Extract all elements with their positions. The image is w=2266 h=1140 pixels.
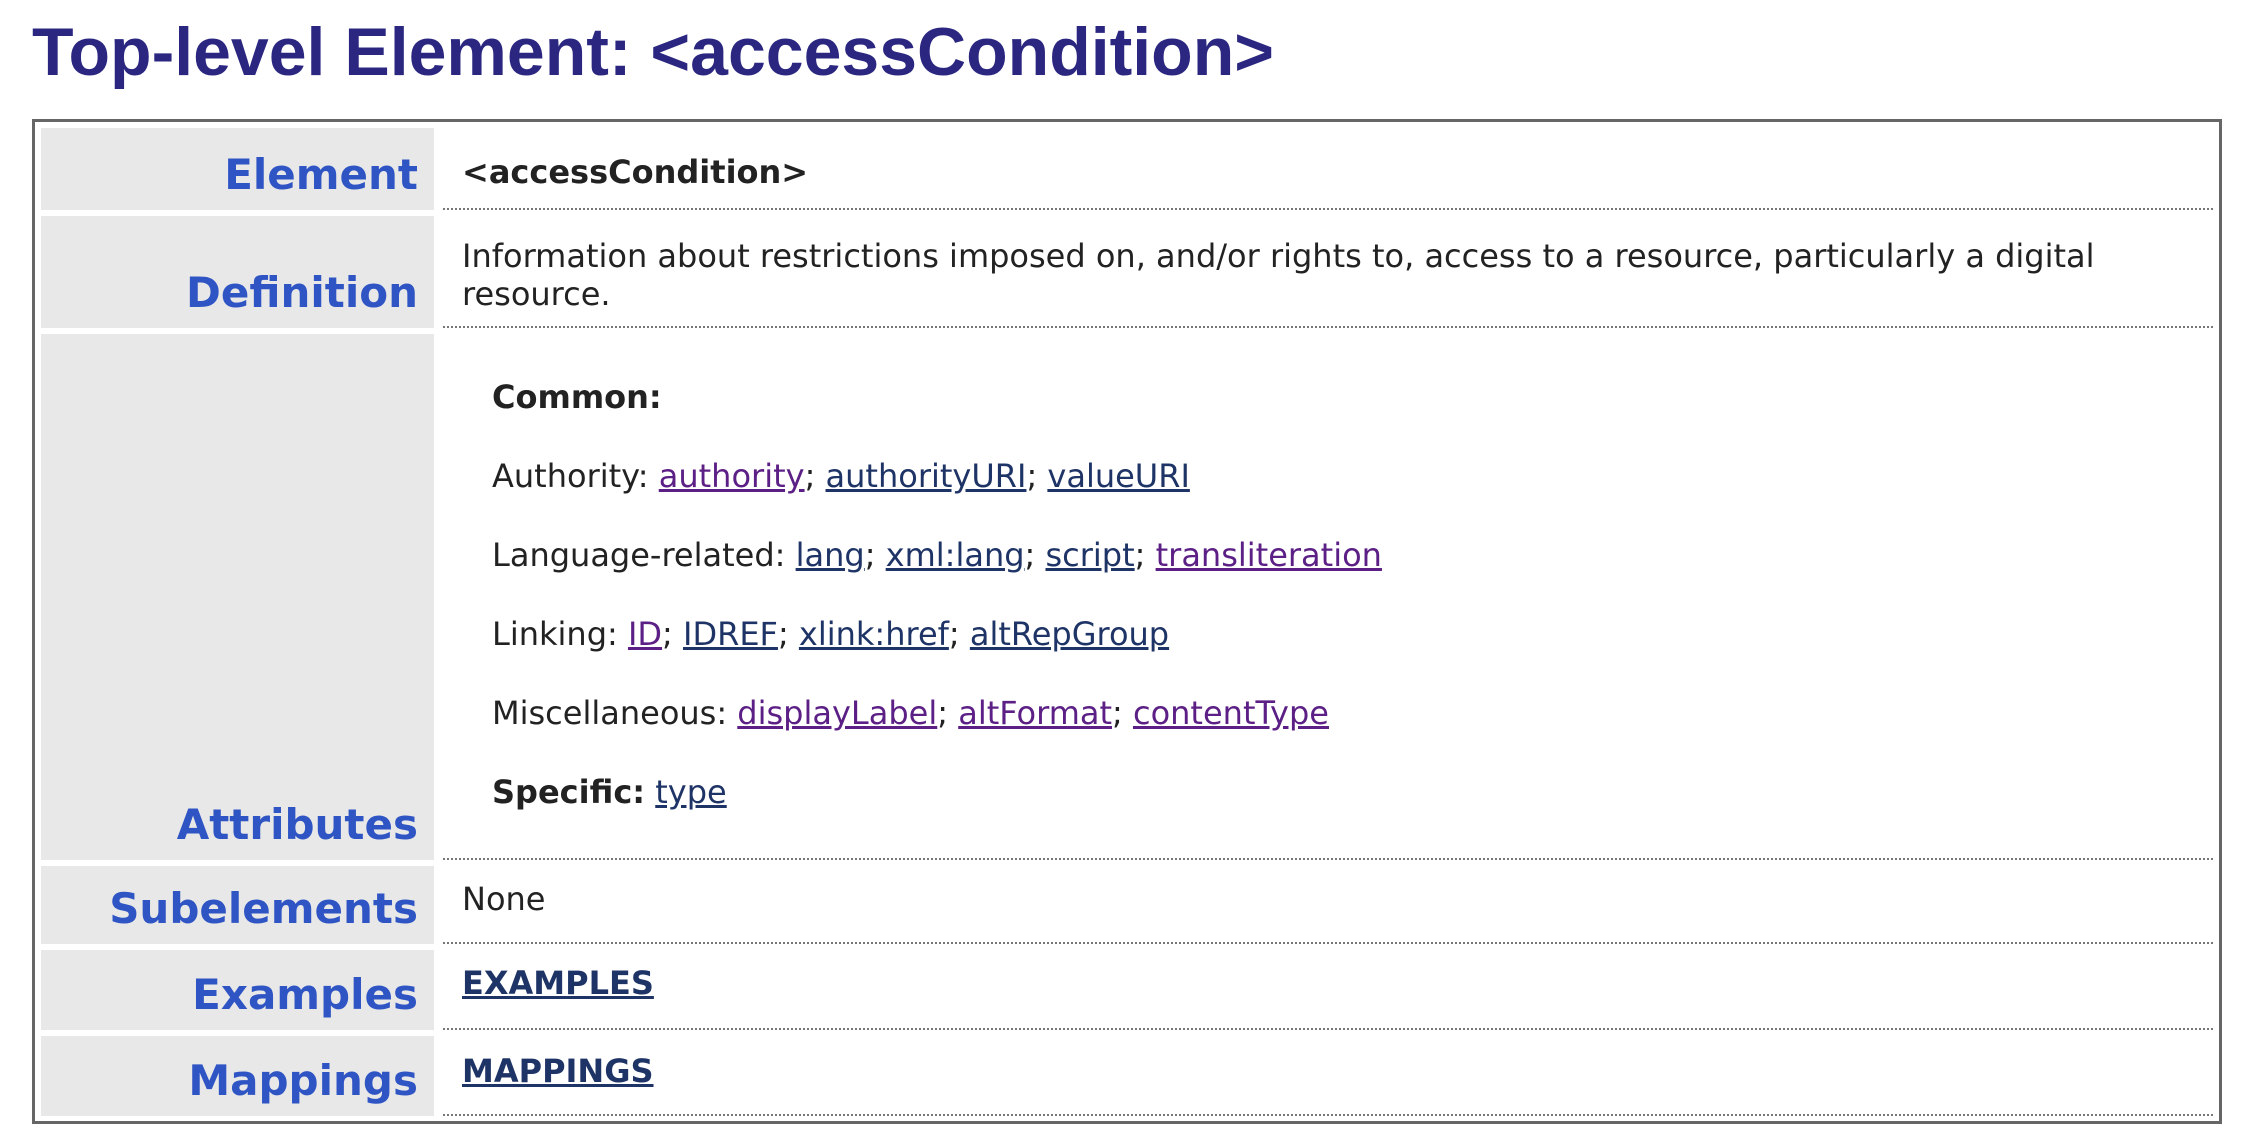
examples-label: Examples xyxy=(192,970,418,1019)
element-label-cell: Element xyxy=(41,128,434,210)
element-value: <accessCondition> xyxy=(462,153,809,191)
link-type[interactable]: type xyxy=(655,773,726,811)
separator: ; xyxy=(948,615,970,653)
link-contentType[interactable]: contentType xyxy=(1133,694,1329,732)
language-attributes: Language-related: lang; xml:lang; script… xyxy=(492,536,1382,574)
examples-value-cell: EXAMPLES xyxy=(443,950,2213,1030)
link-script[interactable]: script xyxy=(1045,536,1134,574)
separator: ; xyxy=(937,694,959,732)
definition-line-2: resource. xyxy=(462,275,611,313)
element-label: Element xyxy=(224,150,418,199)
subelements-row: Subelements None xyxy=(41,866,2213,944)
mappings-row: Mappings MAPPINGS xyxy=(41,1036,2213,1116)
attributes-value-cell: Common: Authority: authority; authorityU… xyxy=(443,334,2213,860)
linking-attributes: Linking: ID; IDREF; xlink:href; altRepGr… xyxy=(492,615,1169,653)
examples-label-cell: Examples xyxy=(41,950,434,1030)
attributes-label: Attributes xyxy=(176,800,418,849)
common-heading: Common: xyxy=(492,378,662,416)
link-valueURI[interactable]: valueURI xyxy=(1047,457,1190,495)
misc-prefix: Miscellaneous: xyxy=(492,694,738,732)
linking-prefix: Linking: xyxy=(492,615,628,653)
specific-heading: Specific: xyxy=(492,773,646,811)
separator: ; xyxy=(804,457,826,495)
page-title: Top-level Element: <accessCondition> xyxy=(32,14,1274,90)
link-authorityURI[interactable]: authorityURI xyxy=(826,457,1027,495)
link-authority[interactable]: authority xyxy=(659,457,805,495)
link-ID[interactable]: ID xyxy=(628,615,662,653)
definition-value-cell: Information about restrictions imposed o… xyxy=(443,216,2213,328)
link-altRepGroup[interactable]: altRepGroup xyxy=(970,615,1169,653)
link-altFormat[interactable]: altFormat xyxy=(958,694,1112,732)
subelements-value-cell: None xyxy=(443,866,2213,944)
separator: ; xyxy=(1024,536,1046,574)
link-displayLabel[interactable]: displayLabel xyxy=(737,694,937,732)
language-prefix: Language-related: xyxy=(492,536,796,574)
authority-prefix: Authority: xyxy=(492,457,659,495)
definition-label: Definition xyxy=(185,268,418,317)
attributes-row: Attributes Common: Authority: authority;… xyxy=(41,334,2213,860)
definition-label-cell: Definition xyxy=(41,216,434,328)
separator: ; xyxy=(777,615,799,653)
element-row: Element <accessCondition> xyxy=(41,128,2213,210)
examples-row: Examples EXAMPLES xyxy=(41,950,2213,1030)
mappings-value-cell: MAPPINGS xyxy=(443,1036,2213,1116)
attributes-label-cell: Attributes xyxy=(41,334,434,860)
separator: ; xyxy=(1134,536,1156,574)
element-info-table: Element <accessCondition> Definition Inf… xyxy=(32,119,2222,1124)
separator: ; xyxy=(1112,694,1133,732)
misc-attributes: Miscellaneous: displayLabel; altFormat; … xyxy=(492,694,1329,732)
subelements-label-cell: Subelements xyxy=(41,866,434,944)
mappings-link[interactable]: MAPPINGS xyxy=(462,1052,654,1090)
separator: ; xyxy=(864,536,886,574)
link-xml-lang[interactable]: xml:lang xyxy=(886,536,1025,574)
definition-row: Definition Information about restriction… xyxy=(41,216,2213,328)
element-value-cell: <accessCondition> xyxy=(443,128,2213,210)
separator: ; xyxy=(1026,457,1048,495)
mappings-link-wrap: MAPPINGS xyxy=(462,1052,2173,1090)
subelements-label: Subelements xyxy=(109,884,418,933)
subelements-value: None xyxy=(462,880,546,918)
link-lang[interactable]: lang xyxy=(796,536,865,574)
mappings-label-cell: Mappings xyxy=(41,1036,434,1116)
examples-link[interactable]: EXAMPLES xyxy=(462,964,654,1002)
authority-attributes: Authority: authority; authorityURI; valu… xyxy=(492,457,1190,495)
specific-attributes: Specific: type xyxy=(492,773,727,811)
link-xlink-href[interactable]: xlink:href xyxy=(799,615,949,653)
examples-link-wrap: EXAMPLES xyxy=(462,964,2173,1002)
link-IDREF[interactable]: IDREF xyxy=(683,615,778,653)
definition-line-1: Information about restrictions imposed o… xyxy=(462,237,2095,275)
link-transliteration[interactable]: transliteration xyxy=(1156,536,1382,574)
mappings-label: Mappings xyxy=(188,1056,418,1105)
separator: ; xyxy=(662,615,683,653)
